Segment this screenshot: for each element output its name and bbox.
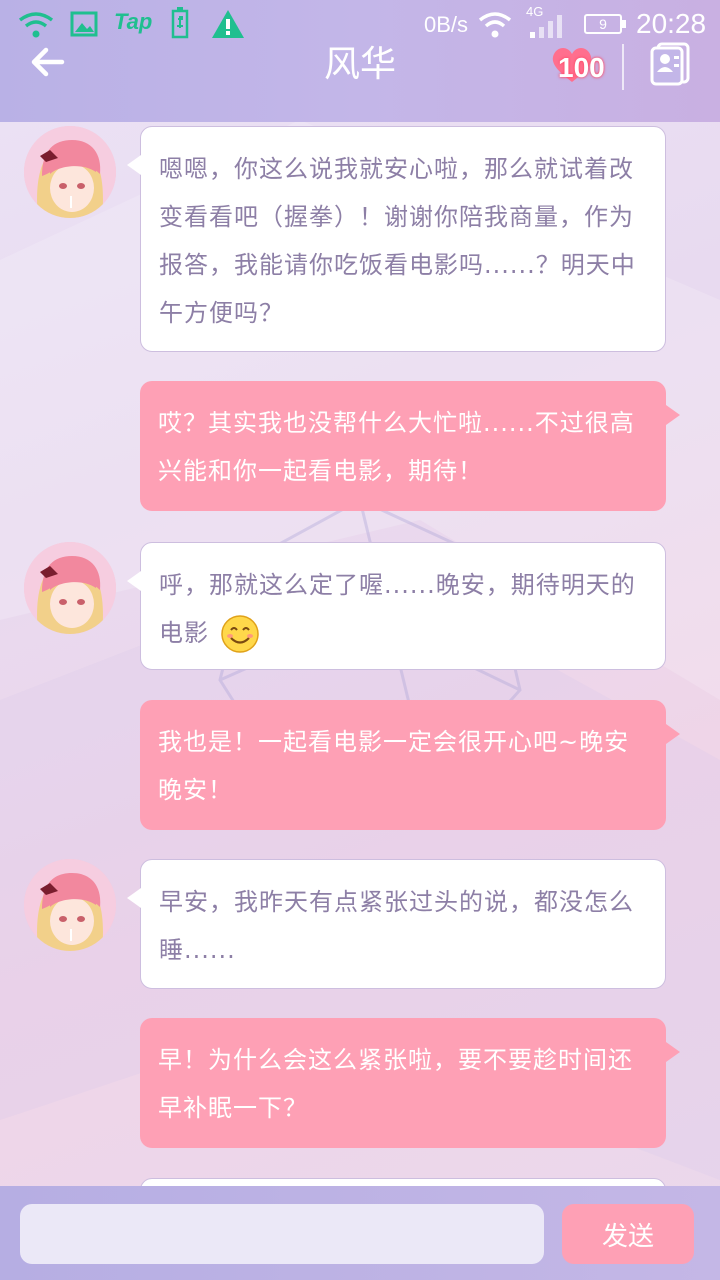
avatar[interactable] (24, 126, 116, 218)
affection-value: 100 (558, 52, 605, 83)
cell-signal-icon (530, 15, 562, 38)
message-text: 早安，我昨天有点紧张过头的说，都没怎么睡...... (159, 888, 634, 964)
affection-meter[interactable]: 100 (548, 40, 618, 88)
app-header: Tap 0B/s 4G 9 20:28 风华 100 (0, 0, 720, 122)
clock: 20:28 (636, 8, 707, 39)
battery-icon: 9 (584, 14, 626, 34)
battery-charging-icon (171, 7, 189, 39)
message-text: 我也是！一起看电影一定会很开心吧~晚安晚安！ (158, 728, 630, 804)
header-divider (622, 44, 624, 90)
send-button[interactable]: 发送 (562, 1204, 694, 1264)
warning-icon (212, 10, 244, 38)
contact-card-icon (650, 42, 690, 86)
message-bubble-outgoing: 早！为什么会这么紧张啦，要不要趁时间还早补眠一下？ (140, 1018, 680, 1148)
wifi-signal-icon (478, 12, 512, 38)
input-bar: 发送 (0, 1186, 720, 1280)
contact-card-button[interactable] (648, 40, 694, 86)
message-bubble-incoming: 早安，我昨天有点紧张过头的说，都没怎么睡...... (127, 859, 666, 989)
girl-avatar-icon (24, 126, 116, 218)
message-input[interactable] (20, 1204, 544, 1264)
avatar[interactable] (24, 542, 116, 634)
smile-emoji-icon (220, 615, 259, 653)
message-bubble-outgoing: 我也是！一起看电影一定会很开心吧~晚安晚安！ (140, 700, 680, 830)
network-speed: 0B/s (424, 12, 469, 37)
message-bubble-incoming: 嗯嗯，你这么说我就安心啦，那么就试着改变看看吧（握拳）！谢谢你陪我商量，作为报答… (127, 126, 666, 352)
message-bubble-incoming: 呼，那就这么定了喔......晚安，期待明天的电影 (127, 542, 666, 670)
image-icon (70, 11, 98, 37)
tap-app-icon: Tap (114, 9, 153, 34)
message-bubble-outgoing: 哎？其实我也没帮什么大忙啦......不过很高兴能和你一起看电影，期待！ (140, 381, 680, 511)
message-text: 嗯嗯，你这么说我就安心啦，那么就试着改变看看吧（握拳）！谢谢你陪我商量，作为报答… (159, 155, 636, 327)
message-text: 早！为什么会这么紧张啦，要不要趁时间还早补眠一下？ (158, 1046, 633, 1122)
girl-avatar-icon (24, 542, 116, 634)
girl-avatar-icon (24, 859, 116, 951)
battery-level: 9 (599, 16, 607, 32)
wifi-icon (18, 12, 54, 38)
avatar[interactable] (24, 859, 116, 951)
message-text: 哎？其实我也没帮什么大忙啦......不过很高兴能和你一起看电影，期待！ (158, 409, 635, 485)
